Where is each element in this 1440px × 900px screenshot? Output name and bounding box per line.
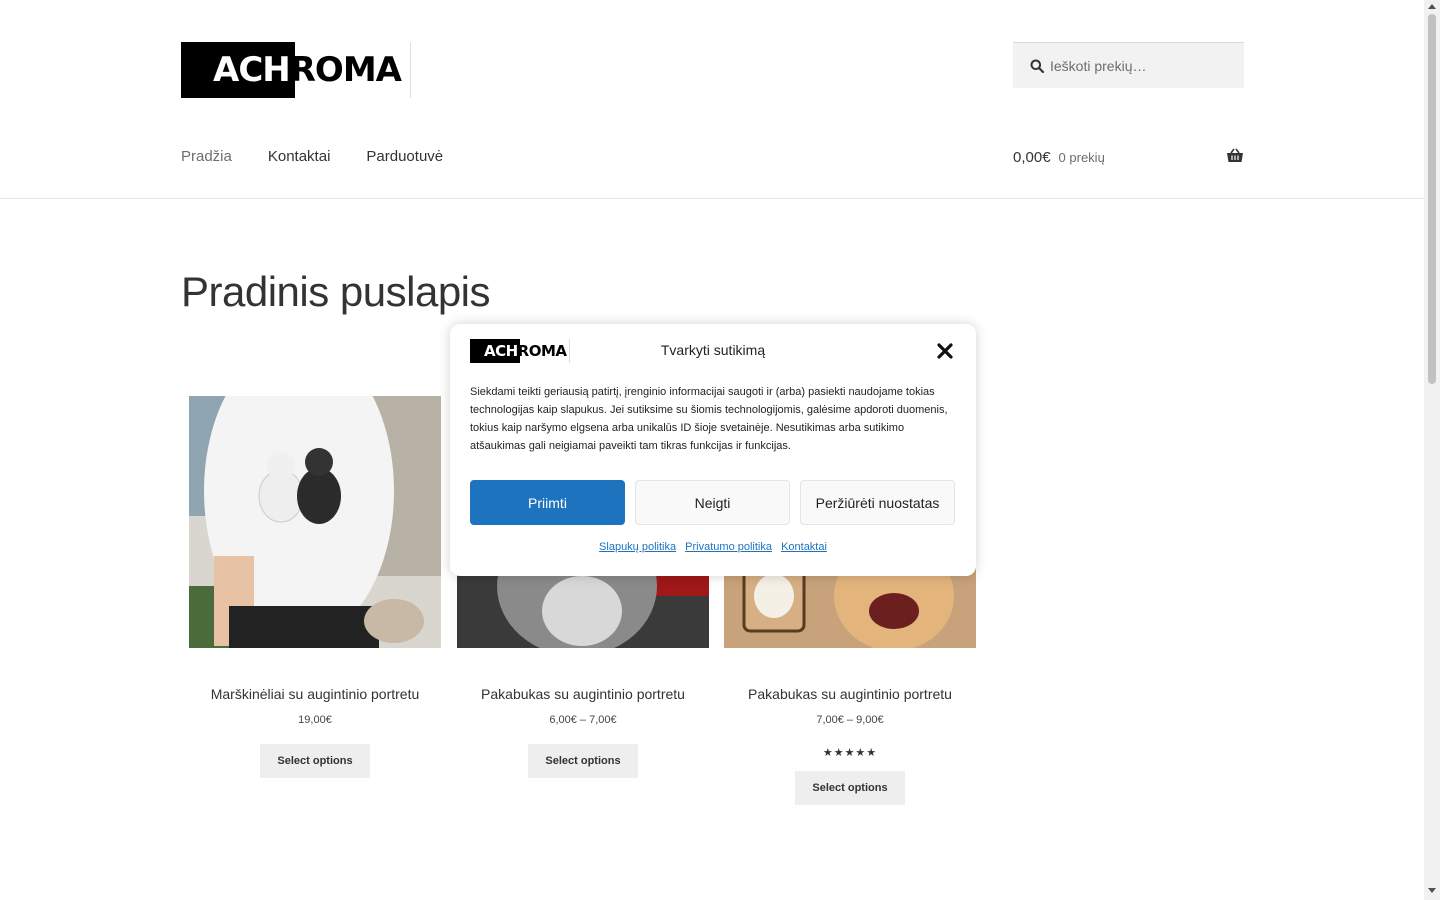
consent-buttons: Priimti Neigti Peržiūrėti nuostatas xyxy=(470,480,955,525)
scrollbar-thumb[interactable] xyxy=(1428,14,1436,384)
view-preferences-button[interactable]: Peržiūrėti nuostatas xyxy=(800,480,955,525)
consent-text: Siekdami teikti geriausią patirtį, įreng… xyxy=(470,386,948,452)
cookie-policy-link[interactable]: Slapukų politika xyxy=(599,541,676,553)
scroll-up-arrow-icon[interactable] xyxy=(1428,4,1436,9)
page-scrollbar[interactable] xyxy=(1424,0,1440,900)
privacy-policy-link[interactable]: Privatumo politika xyxy=(685,541,772,553)
cookie-consent-dialog: ACHROMA Tvarkyti sutikimą Siekdami teikt… xyxy=(450,324,976,576)
scroll-down-arrow-icon[interactable] xyxy=(1428,888,1436,893)
accept-button[interactable]: Priimti xyxy=(470,480,625,525)
contacts-link[interactable]: Kontaktai xyxy=(781,541,827,553)
consent-links: Slapukų politika Privatumo politika Kont… xyxy=(450,541,976,553)
close-icon[interactable] xyxy=(936,342,954,360)
deny-button[interactable]: Neigti xyxy=(635,480,790,525)
consent-title: Tvarkyti sutikimą xyxy=(660,342,766,358)
